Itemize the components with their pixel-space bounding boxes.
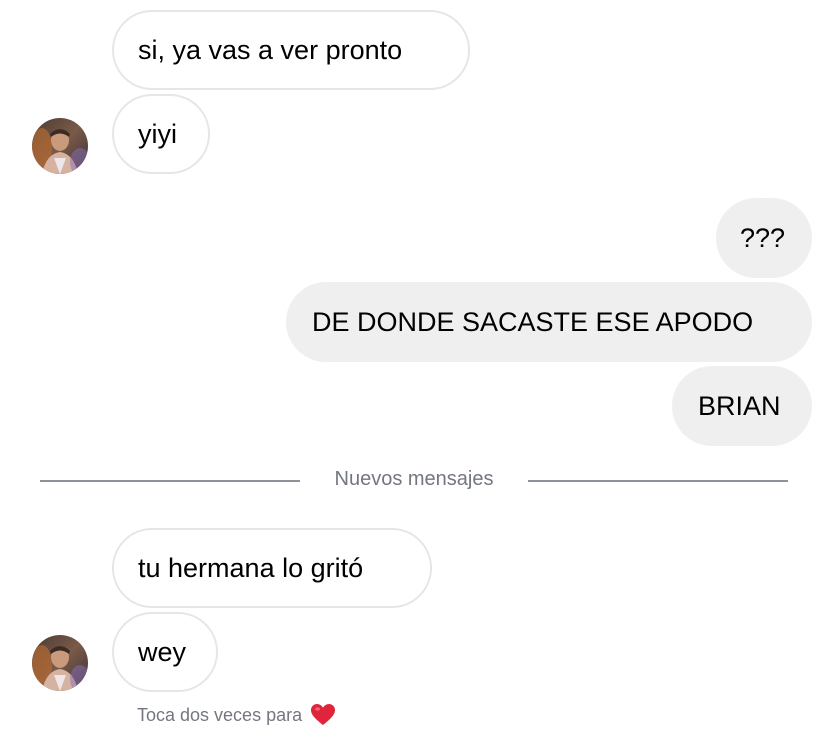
message-text: si, ya vas a ver pronto — [138, 34, 403, 65]
outgoing-message-bubble[interactable]: DE DONDE SACASTE ESE APODO — [286, 282, 812, 362]
like-hint-text: Toca dos veces para — [137, 704, 303, 725]
outgoing-message-bubble[interactable]: ??? — [716, 198, 812, 278]
divider-line-left — [40, 480, 300, 482]
incoming-message-bubble[interactable]: wey — [112, 612, 218, 692]
message-text: DE DONDE SACASTE ESE APODO — [312, 306, 754, 337]
message-text: yiyi — [138, 118, 177, 149]
divider-line-right — [528, 480, 788, 482]
message-text: tu hermana lo gritó — [138, 552, 364, 583]
red-heart-icon — [310, 703, 336, 727]
double-tap-like-hint: Toca dos veces para — [137, 703, 336, 727]
avatar-photo — [32, 635, 88, 691]
outgoing-message-bubble[interactable]: BRIAN — [672, 366, 812, 446]
incoming-message-bubble[interactable]: si, ya vas a ver pronto — [112, 10, 470, 90]
incoming-message-bubble[interactable]: yiyi — [112, 94, 210, 174]
message-text: wey — [138, 636, 187, 667]
incoming-message-bubble[interactable]: tu hermana lo gritó — [112, 528, 432, 608]
new-messages-divider: Nuevos mensajes — [334, 468, 494, 490]
avatar-photo — [32, 118, 88, 174]
contact-avatar[interactable] — [32, 118, 88, 174]
message-text: ??? — [740, 222, 786, 253]
message-text: BRIAN — [698, 390, 781, 421]
contact-avatar[interactable] — [32, 635, 88, 691]
